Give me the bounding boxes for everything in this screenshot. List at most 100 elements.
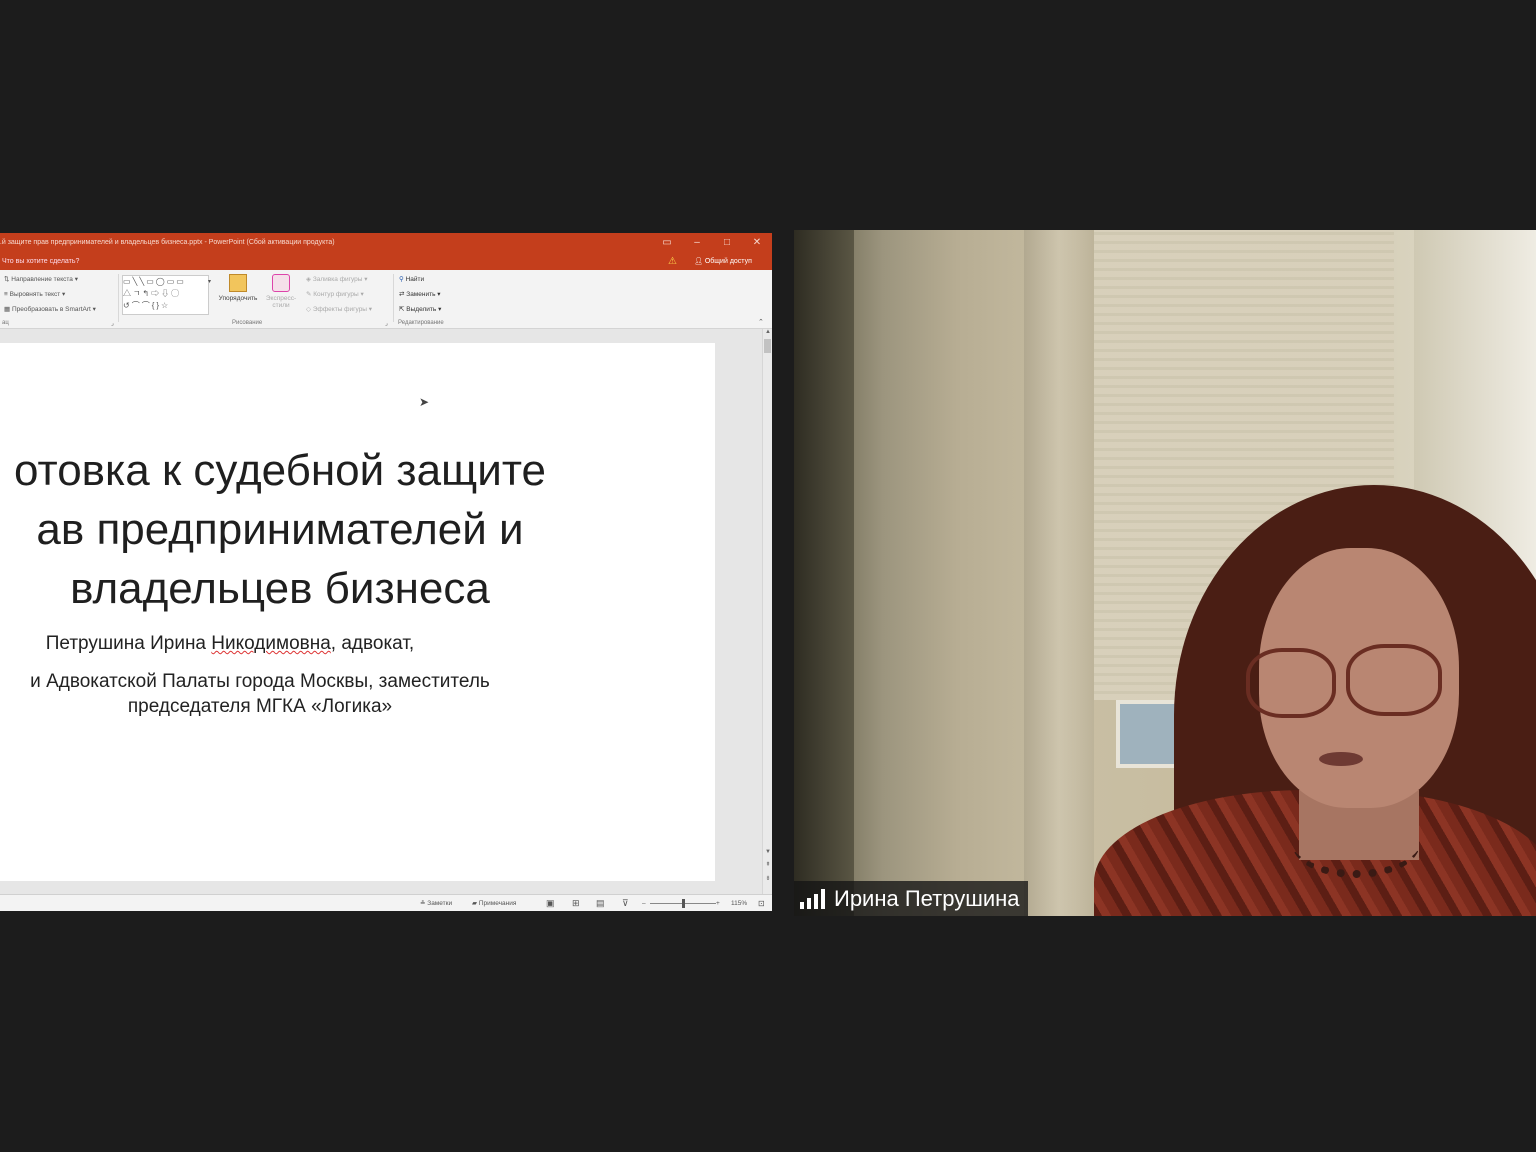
scroll-up-icon[interactable]: ▲ — [763, 329, 772, 335]
find-label: Найти — [405, 276, 425, 283]
user-icon: 👤︎ — [694, 258, 703, 265]
tell-me-input[interactable]: Что вы хотите сделать? — [2, 253, 79, 270]
curtain-left — [794, 230, 854, 916]
select-icon: ⇱ — [399, 306, 405, 313]
smartart-label: Преобразовать в SmartArt — [11, 306, 91, 313]
normal-view-icon[interactable]: ▣ — [546, 895, 555, 911]
shape-fill-icon: ◈ — [306, 276, 311, 283]
shared-screen: ...й защите прав предпринимателей и влад… — [0, 233, 772, 911]
text-direction-label: Направление текста — [11, 276, 73, 283]
select-button[interactable]: ⇱ Выделить ▾ — [399, 305, 441, 313]
participant-name: Ирина Петрушина — [834, 886, 1020, 911]
gallery-more-icon[interactable]: ▾ — [208, 278, 211, 285]
glasses — [1246, 648, 1336, 718]
necklace — [1292, 808, 1420, 878]
minimize-icon[interactable]: – — [682, 233, 712, 253]
zoom-slider-thumb[interactable] — [682, 899, 685, 908]
slide-sorter-icon[interactable]: ⊞ — [572, 895, 580, 911]
arrange-icon — [229, 274, 247, 292]
comments-label: Примечания — [478, 900, 517, 907]
notes-label: Заметки — [427, 900, 453, 907]
slide-affiliation[interactable]: и Адвокатской Палаты города Москвы, заме… — [0, 669, 680, 719]
close-icon[interactable]: ✕ — [742, 233, 772, 253]
tell-me-bar: Что вы хотите сделать? ⚠ 👤︎ Общий доступ — [0, 253, 772, 270]
replace-button[interactable]: ⇄ Заменить ▾ — [399, 290, 441, 298]
ribbon-separator — [393, 274, 394, 322]
slide-title-line: ав предпринимателей и — [36, 505, 524, 554]
next-slide-icon[interactable]: ⇟ — [763, 875, 772, 882]
shape-fill-label: Заливка фигуры — [312, 276, 363, 283]
notes-icon: ≗ — [420, 900, 426, 907]
ribbon-separator — [118, 274, 119, 322]
signal-strength-icon — [800, 889, 826, 909]
reading-view-icon[interactable]: ▤ — [596, 895, 605, 911]
maximize-icon[interactable]: □ — [712, 233, 742, 253]
shape-effects-label: Эффекты фигуры — [312, 306, 367, 313]
smartart-button[interactable]: ▦ Преобразовать в SmartArt ▾ — [4, 305, 96, 313]
shape-fill-button[interactable]: ◈ Заливка фигуры ▾ — [306, 275, 368, 283]
quick-styles-button[interactable]: Экспресс-стили — [262, 274, 300, 309]
participant-video[interactable]: Ирина Петрушина — [794, 230, 1536, 916]
affiliation-line: председателя МГКА «Логика» — [127, 696, 393, 717]
author-role: , адвокат, — [330, 633, 415, 654]
shapes-gallery[interactable]: ▭╲╲▭◯▭▭ △ㄱ↰⇨⇩◯ ↺⌒⌒{}☆ — [122, 275, 209, 315]
affiliation-line: и Адвокатской Палаты города Москвы, заме… — [30, 671, 490, 692]
author-patronymic: Никодимовна — [211, 633, 331, 654]
shape-outline-button[interactable]: ✎ Контур фигуры ▾ — [306, 290, 364, 298]
participant-name-tag: Ирина Петрушина — [794, 881, 1028, 916]
quick-styles-icon — [272, 274, 290, 292]
warning-icon[interactable]: ⚠ — [668, 253, 677, 270]
align-text-icon: ≡ — [4, 291, 8, 298]
notes-button[interactable]: ≗ Заметки — [420, 895, 452, 911]
shape-effects-button[interactable]: ◇ Эффекты фигуры ▾ — [306, 305, 372, 313]
find-button[interactable]: ⚲ Найти — [399, 275, 424, 283]
zoom-level[interactable]: 115% — [731, 895, 747, 911]
arrange-label: Упорядочить — [218, 295, 258, 302]
paragraph-group-label: ац — [2, 320, 9, 326]
comments-button[interactable]: ▰ Примечания — [472, 895, 516, 911]
ribbon: ⇅ Направление текста ▾ ≡ Выровнять текст… — [0, 270, 772, 329]
quick-styles-label: Экспресс-стили — [265, 295, 297, 309]
editing-group-label: Редактирование — [398, 320, 444, 326]
slide-title-line: отовка к судебной защите — [14, 446, 546, 495]
text-direction-button[interactable]: ⇅ Направление текста ▾ — [4, 275, 78, 283]
arrange-button[interactable]: Упорядочить — [218, 274, 258, 302]
align-text-button[interactable]: ≡ Выровнять текст ▾ — [4, 290, 65, 298]
glasses — [1346, 644, 1442, 716]
person-mouth — [1319, 752, 1363, 766]
shape-outline-label: Контур фигуры — [313, 291, 359, 298]
search-icon: ⚲ — [399, 276, 404, 283]
curtain-fold — [1024, 230, 1094, 916]
slide-author[interactable]: Петрушина Ирина Никодимовна, адвокат, — [0, 633, 580, 655]
replace-icon: ⇄ — [399, 291, 405, 298]
dialog-launcher-icon[interactable]: ⌟ — [385, 320, 388, 327]
slideshow-icon[interactable]: ⊽ — [622, 895, 629, 911]
share-button[interactable]: 👤︎ Общий доступ — [694, 253, 752, 270]
zoom-out-icon[interactable]: – — [642, 895, 646, 911]
align-text-label: Выровнять текст — [9, 291, 61, 298]
dialog-launcher-icon[interactable]: ⌟ — [111, 320, 114, 327]
author-name: Петрушина Ирина — [45, 633, 212, 654]
text-direction-icon: ⇅ — [4, 276, 10, 283]
status-bar: ≗ Заметки ▰ Примечания ▣ ⊞ ▤ ⊽ – + 115% … — [0, 894, 772, 911]
slide-editor: ➤ отовка к судебной защите ав предприним… — [0, 329, 762, 894]
slide-title[interactable]: отовка к судебной защите ав предпринимат… — [0, 441, 680, 618]
ribbon-display-icon[interactable]: ▭ — [652, 233, 682, 253]
select-label: Выделить — [406, 306, 437, 313]
shape-outline-icon: ✎ — [306, 291, 312, 298]
zoom-in-icon[interactable]: + — [716, 895, 720, 911]
slide-title-line: владельцев бизнеса — [70, 564, 490, 613]
vertical-scrollbar[interactable]: ▲ ▼ ⇞ ⇟ — [762, 329, 772, 894]
comment-icon: ▰ — [472, 900, 477, 907]
slide-canvas[interactable]: ➤ отовка к судебной защите ав предприним… — [0, 343, 715, 881]
smartart-icon: ▦ — [4, 306, 11, 313]
fit-to-window-icon[interactable]: ⊡ — [758, 895, 765, 911]
replace-label: Заменить — [406, 291, 436, 298]
ppt-title-bar: ...й защите прав предпринимателей и влад… — [0, 233, 772, 253]
collapse-ribbon-icon[interactable]: ⌃ — [758, 318, 764, 326]
mouse-cursor-icon: ➤ — [419, 395, 430, 409]
scrollbar-thumb[interactable] — [764, 339, 771, 353]
prev-slide-icon[interactable]: ⇞ — [763, 861, 772, 868]
scroll-down-icon[interactable]: ▼ — [763, 849, 772, 855]
drawing-group-label: Рисование — [232, 320, 263, 326]
